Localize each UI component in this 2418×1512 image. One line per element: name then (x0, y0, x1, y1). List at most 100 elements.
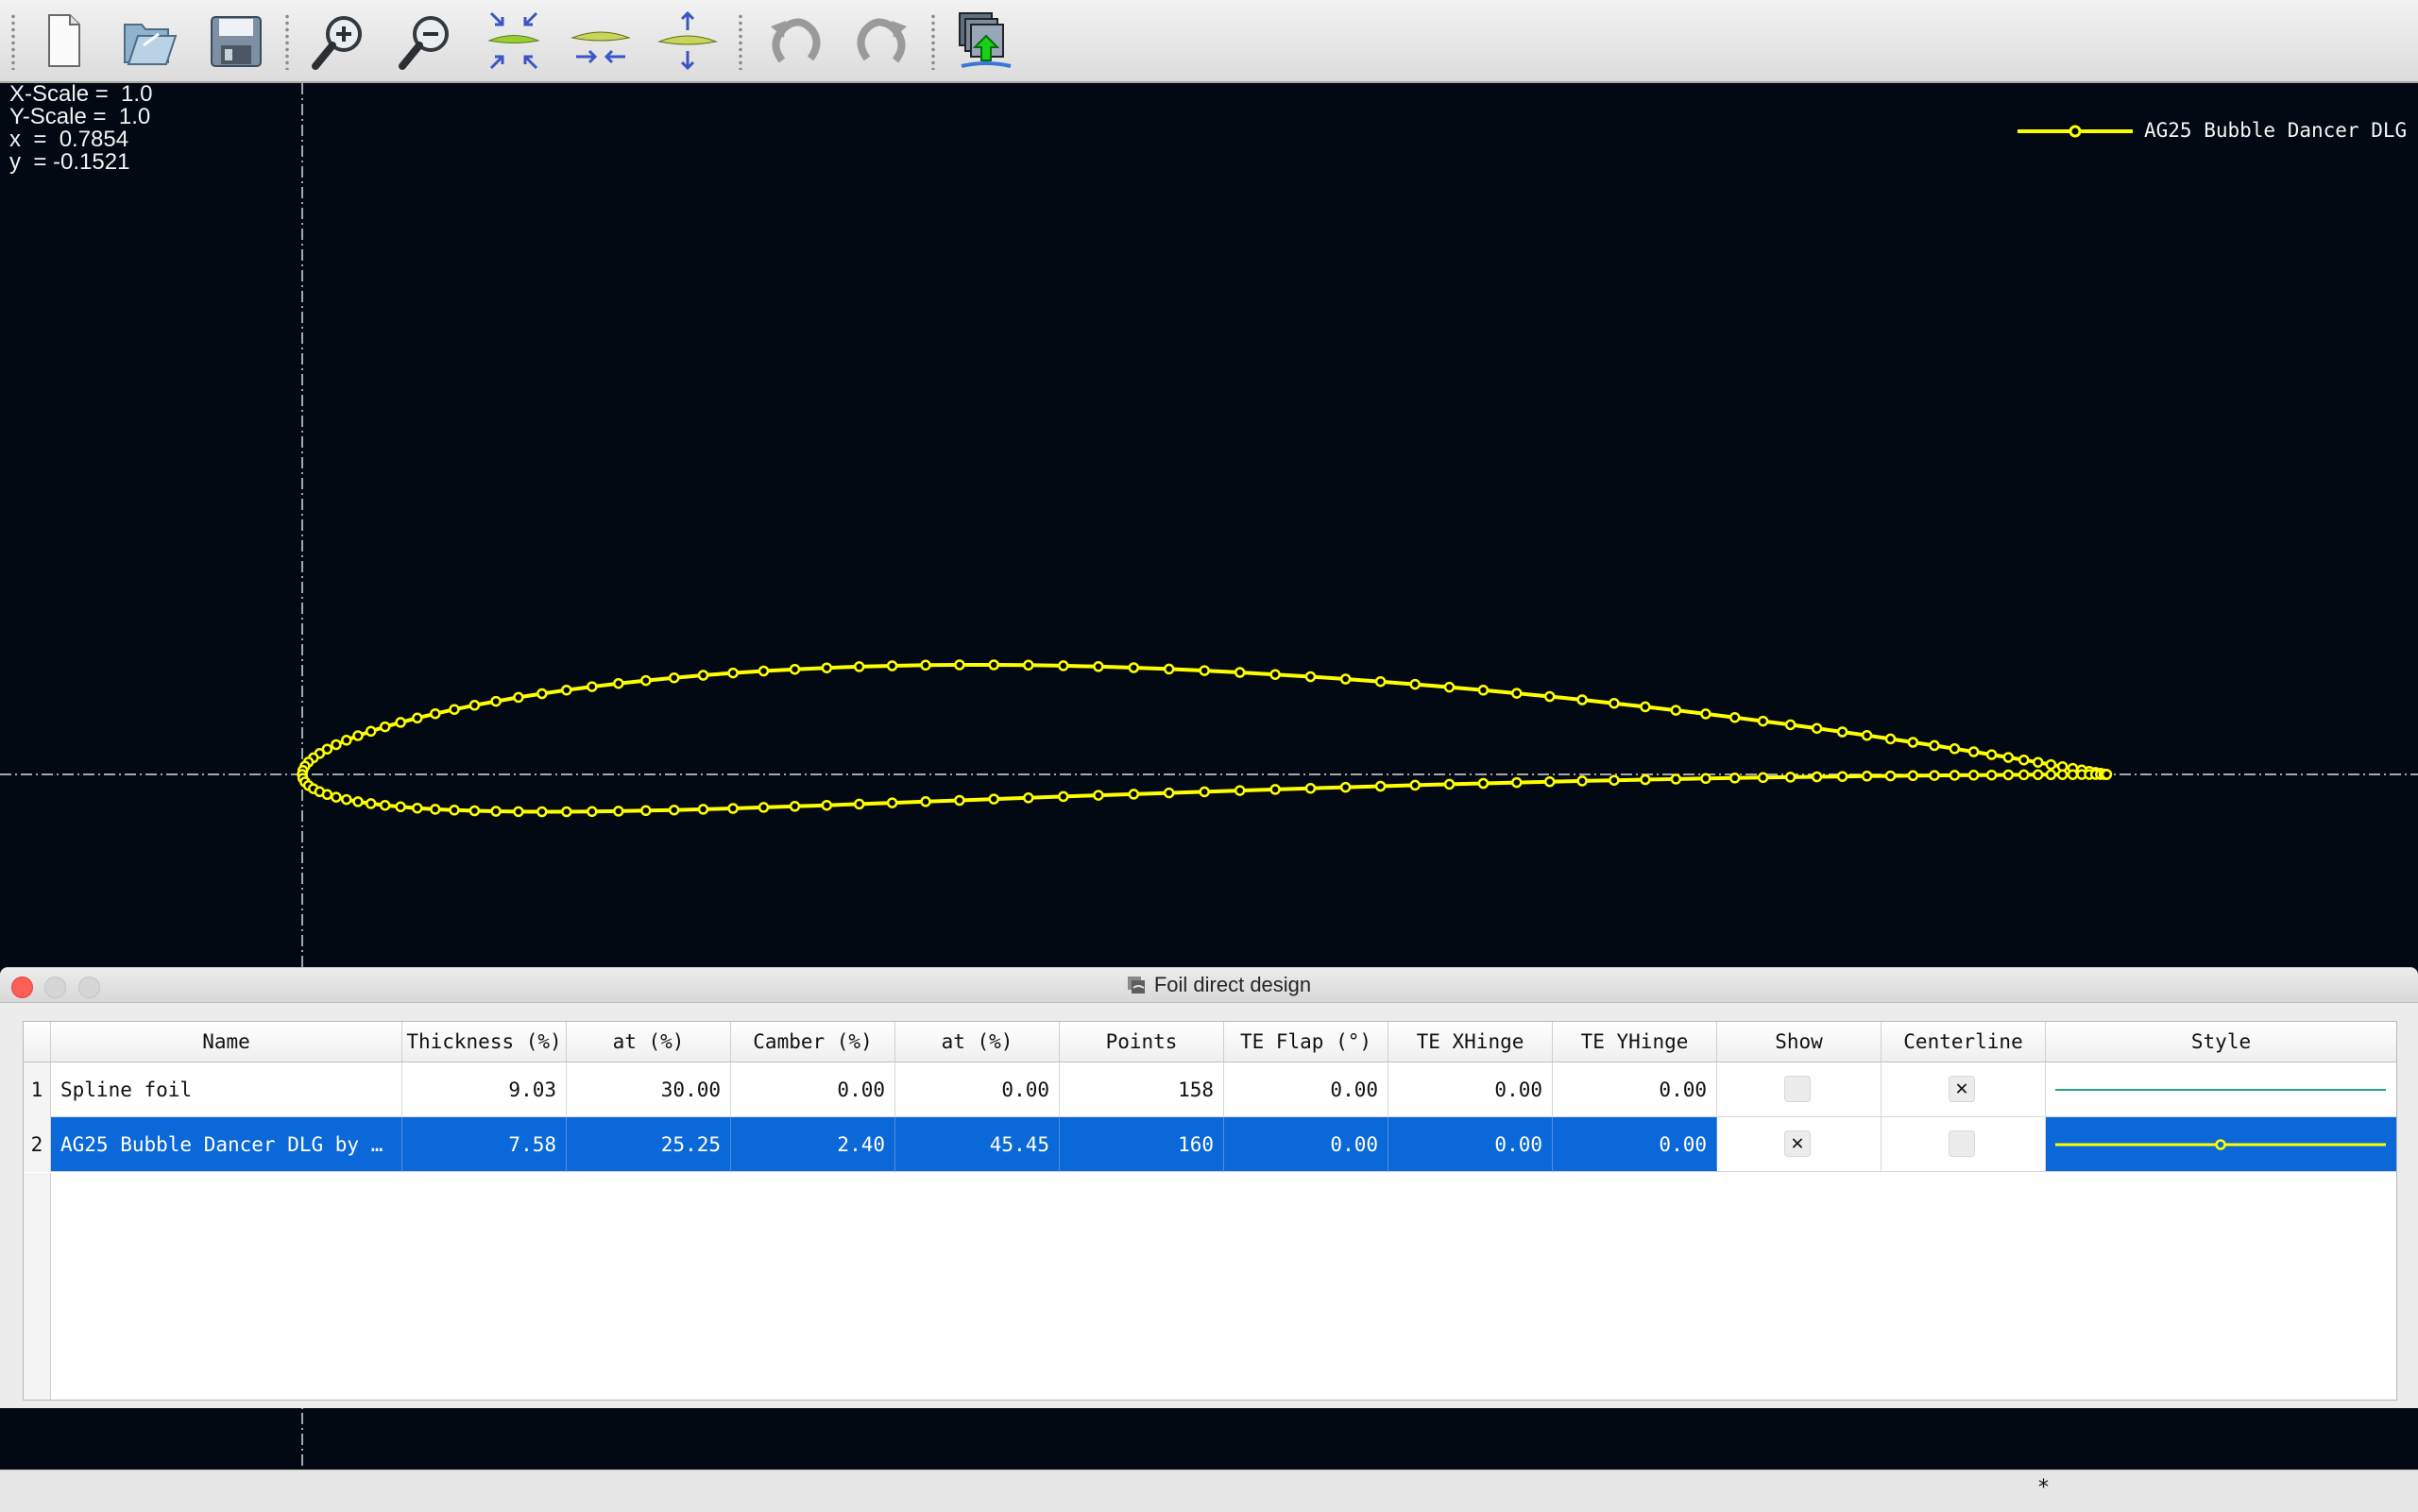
foil-point[interactable] (468, 700, 481, 711)
column-header-te-yhinge[interactable]: TE YHinge (1553, 1022, 1717, 1062)
foil-point[interactable] (2045, 769, 2057, 781)
foil-point[interactable] (1093, 790, 1104, 801)
foil-point[interactable] (821, 662, 833, 673)
foil-point[interactable] (1811, 771, 1823, 783)
show-checkbox[interactable] (1784, 1076, 1811, 1102)
foil-point[interactable] (379, 799, 391, 811)
foil-point[interactable] (1757, 715, 1769, 727)
cell-style[interactable] (2046, 1117, 2396, 1172)
foil-point[interactable] (1861, 771, 1873, 782)
foil-point[interactable] (988, 659, 999, 671)
foil-point[interactable] (587, 806, 598, 818)
foil-point[interactable] (365, 725, 377, 738)
row-number[interactable]: 1 (24, 1062, 51, 1117)
foil-point[interactable] (2018, 769, 2030, 781)
foil-point[interactable] (1023, 792, 1034, 804)
cell-te-yhinge[interactable]: 0.00 (1553, 1117, 1717, 1172)
foil-point[interactable] (1409, 779, 1421, 791)
column-header-thickness-at[interactable]: at (%) (567, 1022, 731, 1062)
foil-point[interactable] (449, 805, 460, 816)
column-header-name[interactable]: Name (51, 1022, 402, 1062)
foil-point[interactable] (430, 804, 441, 815)
foil-point[interactable] (1304, 782, 1317, 794)
foil-point[interactable] (1757, 772, 1769, 784)
foil-point[interactable] (1949, 743, 1961, 755)
column-header-te-xhinge[interactable]: TE XHinge (1388, 1022, 1553, 1062)
cell-name[interactable]: AG25 Bubble Dancer DLG by … (51, 1117, 402, 1172)
foil-point[interactable] (2032, 769, 2044, 781)
foil-point[interactable] (2018, 754, 2030, 766)
dialog-titlebar[interactable]: Foil direct design (0, 968, 2418, 1003)
column-header-thickness[interactable]: Thickness (%) (402, 1022, 567, 1062)
foil-point[interactable] (561, 806, 572, 818)
foil-point[interactable] (1784, 719, 1796, 731)
foil-point[interactable] (1929, 739, 1940, 752)
foil-point[interactable] (1836, 726, 1848, 738)
foil-point[interactable] (697, 804, 709, 815)
row-number[interactable]: 2 (24, 1117, 51, 1172)
foil-point[interactable] (920, 796, 931, 807)
cell-style[interactable] (2046, 1062, 2396, 1117)
foil-point[interactable] (1511, 776, 1523, 789)
foil-point[interactable] (2045, 758, 2057, 771)
foil-point[interactable] (1985, 769, 1998, 781)
foil-point[interactable] (1861, 729, 1873, 741)
cell-thickness-at[interactable]: 30.00 (567, 1062, 731, 1117)
foil-point[interactable] (395, 801, 406, 813)
foil-point[interactable] (1884, 733, 1897, 745)
foil-point[interactable] (789, 801, 801, 812)
cell-te-xhinge[interactable]: 0.00 (1388, 1117, 1553, 1172)
foil-point[interactable] (379, 721, 391, 733)
foil-point[interactable] (886, 797, 898, 808)
redo-button[interactable] (848, 8, 916, 74)
foil-point[interactable] (587, 681, 598, 692)
foil-point[interactable] (2067, 769, 2079, 780)
foil-point[interactable] (365, 798, 377, 809)
foil-point[interactable] (1058, 660, 1069, 671)
foil-point[interactable] (1269, 669, 1281, 680)
foil-point[interactable] (1929, 770, 1940, 781)
foil-point[interactable] (412, 712, 423, 724)
undo-button[interactable] (761, 8, 829, 74)
column-header-te-flap[interactable]: TE Flap (°) (1224, 1022, 1388, 1062)
foil-point[interactable] (1058, 790, 1069, 803)
foil-point[interactable] (853, 798, 865, 810)
foil-table[interactable]: Name Thickness (%) at (%) Camber (%) at … (23, 1021, 2397, 1401)
foil-point[interactable] (1339, 673, 1352, 685)
cell-thickness[interactable]: 9.03 (402, 1062, 567, 1117)
foil-point[interactable] (2032, 756, 2044, 768)
foil-point[interactable] (2101, 769, 2113, 780)
cell-te-flap[interactable]: 0.00 (1224, 1117, 1388, 1172)
foil-point[interactable] (1985, 749, 1998, 760)
foil-point[interactable] (853, 661, 865, 672)
foil-point[interactable] (352, 796, 364, 807)
foil-point[interactable] (1670, 705, 1682, 716)
foil-point[interactable] (513, 691, 524, 704)
foil-point[interactable] (668, 804, 680, 816)
foil-point[interactable] (727, 667, 739, 679)
foil-point[interactable] (1199, 786, 1210, 798)
foil-point[interactable] (1511, 688, 1523, 699)
foil-point[interactable] (1700, 773, 1711, 785)
show-checkbox[interactable]: ✕ (1784, 1130, 1811, 1157)
foil-point[interactable] (536, 688, 548, 700)
column-header-points[interactable]: Points (1060, 1022, 1224, 1062)
foil-point[interactable] (341, 793, 352, 806)
foil-point[interactable] (1234, 667, 1246, 678)
column-header-style[interactable]: Style (2046, 1022, 2396, 1062)
column-header-centerline[interactable]: Centerline (1882, 1022, 2046, 1062)
foil-point[interactable] (321, 789, 333, 801)
reset-scales-button[interactable] (480, 8, 548, 74)
foil-point[interactable] (1907, 737, 1919, 748)
foil-point[interactable] (1609, 774, 1620, 786)
foil-point[interactable] (352, 730, 364, 741)
foil-point[interactable] (536, 806, 548, 818)
foil-point[interactable] (1163, 663, 1175, 675)
foil-point[interactable] (1128, 789, 1140, 800)
foil-point[interactable] (886, 660, 898, 671)
foil-point[interactable] (727, 803, 739, 814)
foil-point[interactable] (331, 791, 342, 803)
foil-point[interactable] (1836, 771, 1848, 782)
foil-point[interactable] (1374, 675, 1387, 688)
foil-point[interactable] (668, 671, 680, 684)
